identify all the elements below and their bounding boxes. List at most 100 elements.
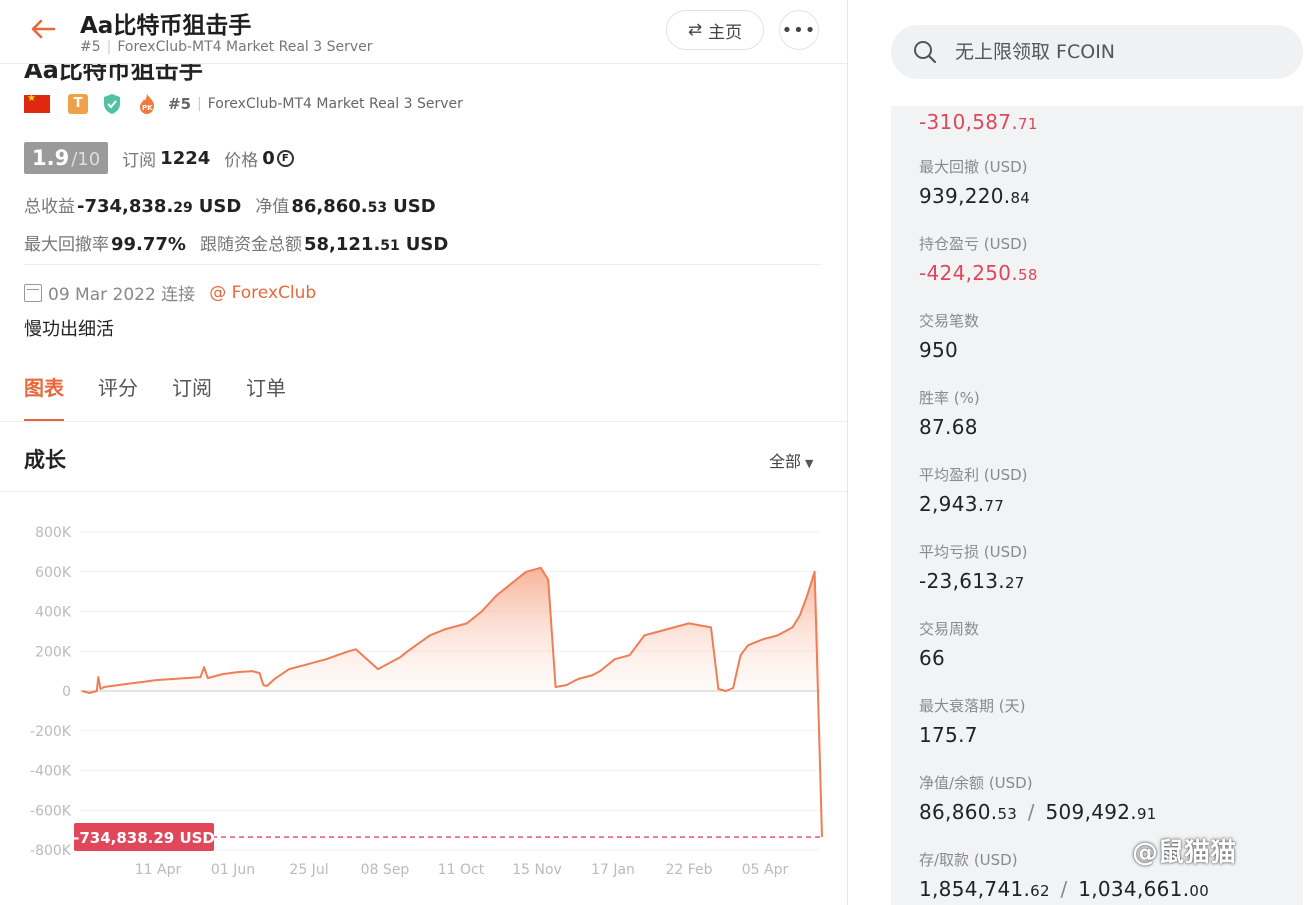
tab-orders[interactable]: 订单 — [246, 372, 286, 422]
drawdown-funds-row: 最大回撤率 99.77% 跟随资金总额 58,121. 51 USD — [24, 230, 462, 255]
stat-value-int: 86,860. — [919, 800, 998, 824]
tab-rating[interactable]: 评分 — [98, 372, 138, 422]
equity-label: 净值 — [255, 197, 290, 217]
info-divider — [24, 264, 822, 265]
stat-value-int: 1,854,741. — [919, 877, 1031, 901]
stat-value: -310,587.71 — [919, 110, 1038, 134]
home-button[interactable]: ⇄ 主页 — [666, 10, 764, 50]
more-button[interactable]: ••• — [779, 10, 819, 50]
stat-value: 2,943.77 — [919, 492, 1028, 516]
home-button-label: 主页 — [708, 22, 743, 43]
rating-badge: 1.9 /10 — [24, 142, 109, 174]
stat-value-int: 939,220. — [919, 184, 1011, 208]
profile-server: ForexClub-MT4 Market Real 3 Server — [207, 96, 463, 112]
range-dropdown-label: 全部 — [769, 452, 802, 471]
subscriptions-count: 1224 — [160, 147, 211, 169]
range-dropdown[interactable]: 全部 ▼ — [769, 448, 813, 472]
equity-dec: 53 — [367, 200, 388, 216]
price-value: 0 — [262, 147, 275, 169]
y-tick-label: -400K — [30, 764, 72, 780]
search-input[interactable] — [955, 41, 1285, 63]
subscriptions-label: 订阅 — [122, 150, 157, 171]
stat-value: 175.7 — [919, 723, 1025, 747]
x-tick-label: 17 Jan — [591, 862, 635, 878]
follow-funds-label: 跟随资金总额 — [199, 235, 302, 255]
x-tick-label: 01 Jun — [211, 862, 255, 878]
fcoin-icon: F — [276, 149, 294, 167]
stat-label: 最大衰落期 (天) — [919, 697, 1026, 715]
pk-flame-icon: PK — [140, 94, 154, 114]
search-icon — [914, 41, 937, 64]
y-tick-label: -600K — [30, 803, 72, 819]
stat-label: 最大回撤 (USD) — [919, 158, 1028, 176]
stat-value-dec: 62 — [1030, 882, 1050, 900]
stat-value-dec: 91 — [1136, 805, 1157, 823]
y-tick-label: -200K — [30, 724, 72, 740]
verified-shield-icon — [104, 94, 120, 114]
total-profit-currency: USD — [198, 196, 242, 217]
tab-bar: 图表 评分 订阅 订单 — [24, 372, 286, 422]
stat-label: 平均盈利 (USD) — [919, 466, 1028, 484]
y-tick-label: 600K — [35, 565, 72, 581]
stat-value-int: 950 — [919, 338, 959, 362]
equity-int: 86,860. — [291, 196, 368, 217]
broker-link[interactable]: @ ForexClub — [209, 283, 316, 303]
stat-label: 持仓盈亏 (USD) — [919, 235, 1028, 253]
tab-subscribe[interactable]: 订阅 — [172, 372, 212, 422]
back-arrow-icon[interactable] — [28, 14, 62, 44]
stat-label: 交易周数 — [919, 620, 980, 638]
header-rank: #5 — [80, 39, 101, 55]
tabs-divider — [0, 421, 847, 422]
y-tick-label: 200K — [35, 644, 72, 660]
profile-rank: #5 — [168, 95, 192, 113]
x-tick-label: 15 Nov — [512, 862, 562, 878]
stat-item: 最大衰落期 (天) 175.7 — [919, 695, 1025, 747]
x-tick-label: 11 Apr — [135, 862, 182, 878]
watermark: @鼠猫猫 — [1132, 838, 1237, 868]
stat-value-dec: 53 — [997, 805, 1018, 823]
stat-value-dec: 00 — [1189, 882, 1210, 900]
badge-row: T PK #5 | ForexClub-MT4 Market Real 3 Se… — [24, 92, 463, 116]
tab-chart[interactable]: 图表 — [24, 372, 64, 422]
stat-item: 净值/余额 (USD) 86,860.53 / 509,492.91 — [919, 772, 1157, 824]
equity-currency: USD — [393, 196, 436, 217]
connected-date: 09 Mar 2022 连接 — [48, 285, 196, 305]
total-profit-dec: 29 — [173, 200, 193, 216]
rating-max: /10 — [71, 149, 101, 170]
stat-value-dec: 27 — [1004, 574, 1025, 592]
stat-item: 胜率 (%) 87.68 — [919, 387, 980, 439]
price-label: 价格 — [224, 150, 259, 171]
max-drawdown-value: 99.77% — [111, 234, 186, 255]
svg-text:PK: PK — [142, 104, 153, 112]
stat-separator: / — [1021, 800, 1042, 824]
x-tick-label: 05 Apr — [742, 862, 789, 878]
top-bar: Aa比特币狙击手 #5 | ForexClub-MT4 Market Real 3 … — [0, 0, 847, 64]
stat-value-int: 1,034,661. — [1078, 877, 1190, 901]
y-tick-label: 800K — [35, 525, 72, 541]
stat-value-dec: 58 — [1017, 266, 1038, 284]
y-tick-label: 0 — [62, 684, 71, 700]
total-profit-label: 总收益 — [24, 197, 75, 217]
growth-title: 成长 — [24, 448, 66, 472]
profit-equity-row: 总收益 -734,838. 29 USD 净值 86,860. 53 USD — [24, 192, 450, 217]
trader-profile-pane: Aa比特币狙击手 #5 | ForexClub-MT4 Market Real 3 … — [0, 0, 848, 905]
stat-value-int: 509,492. — [1045, 800, 1137, 824]
stat-value: 66 — [919, 646, 979, 670]
china-flag-icon — [24, 93, 50, 113]
stat-value: -424,250.58 — [919, 261, 1038, 285]
stat-value: 86,860.53 / 509,492.91 — [919, 800, 1157, 824]
stat-value-dec: 71 — [1017, 115, 1038, 133]
growth-line — [81, 566, 823, 838]
stat-label: 平均亏损 (USD) — [919, 543, 1028, 561]
stat-value-dec: 77 — [984, 497, 1005, 515]
stat-value-int: 87.68 — [919, 415, 978, 439]
x-tick-label: 22 Feb — [665, 862, 712, 878]
search-bar[interactable] — [891, 25, 1303, 79]
stat-value-int: 175.7 — [919, 723, 978, 747]
total-profit-int: -734,838. — [77, 196, 174, 217]
stat-value: 1,854,741.62 / 1,034,661.00 — [919, 877, 1209, 901]
stat-item: 最大回撤 (USD) 939,220.84 — [919, 156, 1030, 208]
follow-funds-dec: 51 — [380, 238, 400, 254]
stat-item: 平均亏损 (USD) -23,613.27 — [919, 541, 1028, 593]
caret-down-icon: ▼ — [805, 457, 814, 470]
